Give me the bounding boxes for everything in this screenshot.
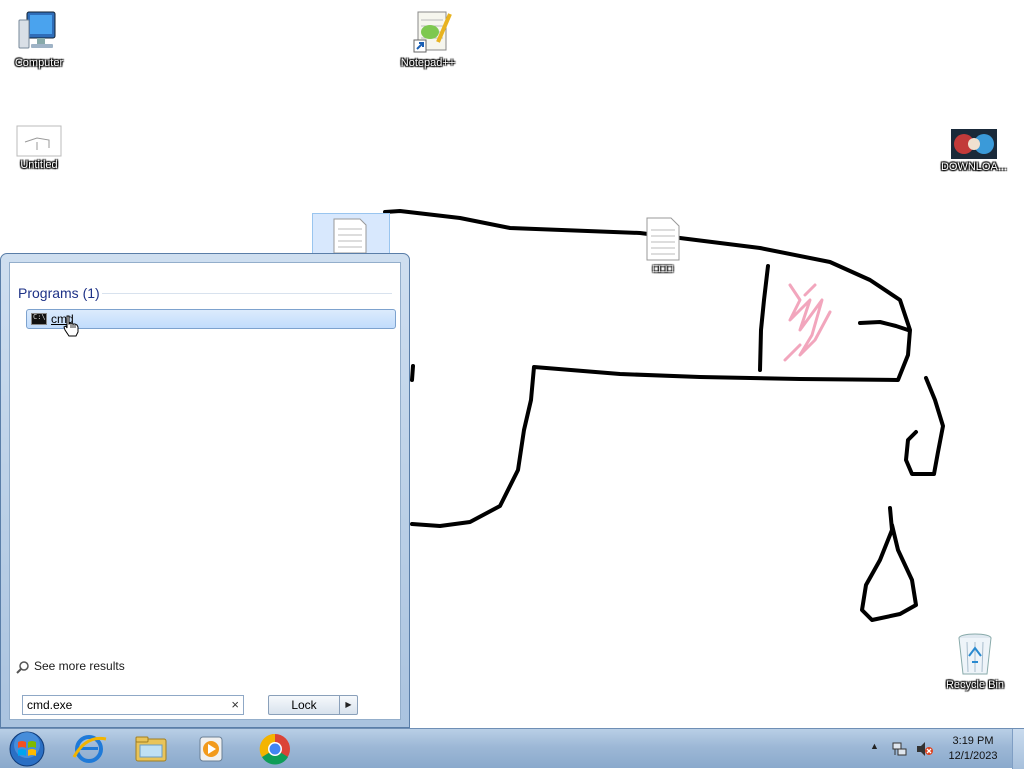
media-thumbnail-icon xyxy=(951,129,997,159)
desktop-icon-notepadpp[interactable]: Notepad++ xyxy=(390,8,466,70)
chrome-icon[interactable] xyxy=(252,731,298,767)
desktop-icon-label: Notepad++ xyxy=(400,57,456,69)
start-menu-results-panel: Programs (1) cmd See more results × Lock… xyxy=(9,262,401,720)
clock-time: 3:19 PM xyxy=(952,735,994,747)
text-file-icon xyxy=(646,217,680,261)
windows-explorer-icon[interactable] xyxy=(128,731,174,767)
taskbar: ▲ 3:19 PM 12/1/2023 xyxy=(0,728,1024,769)
desktop-icon-computer[interactable]: Computer xyxy=(1,8,77,70)
computer-icon xyxy=(18,11,56,49)
clear-search-icon[interactable]: × xyxy=(231,697,239,712)
see-more-results-label: See more results xyxy=(34,659,125,673)
desktop-icon-untitled[interactable]: Untitled xyxy=(1,124,77,172)
desktop-icon-label: Recycle Bin xyxy=(945,679,1005,691)
power-options-arrow-button[interactable]: ▶ xyxy=(339,695,358,715)
recycle-bin-icon xyxy=(958,633,992,675)
desktop-icon-label: Untitled xyxy=(20,159,58,171)
notepadpp-icon xyxy=(413,11,452,53)
start-search-input[interactable] xyxy=(27,697,223,713)
hand-cursor-icon xyxy=(63,315,79,337)
show-desktop-button[interactable] xyxy=(1012,729,1024,769)
desktop-icon-label: □□□ xyxy=(653,263,673,275)
network-icon[interactable] xyxy=(892,741,908,757)
desktop-icon-text-file[interactable]: □□□ xyxy=(625,216,701,276)
desktop-icon-recycle-bin[interactable]: Recycle Bin xyxy=(937,630,1013,692)
cmd-icon xyxy=(31,313,47,325)
clock-date: 12/1/2023 xyxy=(948,750,998,762)
media-player-icon[interactable] xyxy=(188,731,234,767)
start-search-box[interactable]: × xyxy=(22,695,244,715)
desktop-icon-selected-file[interactable] xyxy=(312,213,390,255)
internet-explorer-icon[interactable] xyxy=(66,731,112,767)
start-button[interactable] xyxy=(4,730,50,768)
image-file-icon xyxy=(16,125,62,157)
desktop-icon-download[interactable]: DOWNLOA... xyxy=(936,128,1012,174)
programs-header: Programs (1) xyxy=(18,285,100,301)
programs-divider xyxy=(102,293,392,294)
search-result-cmd[interactable]: cmd xyxy=(26,309,396,329)
search-icon xyxy=(16,661,29,674)
text-file-icon xyxy=(333,218,367,253)
desktop-icon-label: Computer xyxy=(14,57,64,69)
taskbar-clock[interactable]: 3:19 PM 12/1/2023 xyxy=(940,734,1006,764)
show-hidden-icons-button[interactable]: ▲ xyxy=(870,741,879,751)
desktop-icon-label: DOWNLOA... xyxy=(940,161,1007,173)
see-more-results-link[interactable]: See more results xyxy=(16,659,125,674)
start-menu: Programs (1) cmd See more results × Lock… xyxy=(0,253,410,728)
volume-muted-icon[interactable] xyxy=(916,741,934,757)
lock-button[interactable]: Lock xyxy=(268,695,340,715)
